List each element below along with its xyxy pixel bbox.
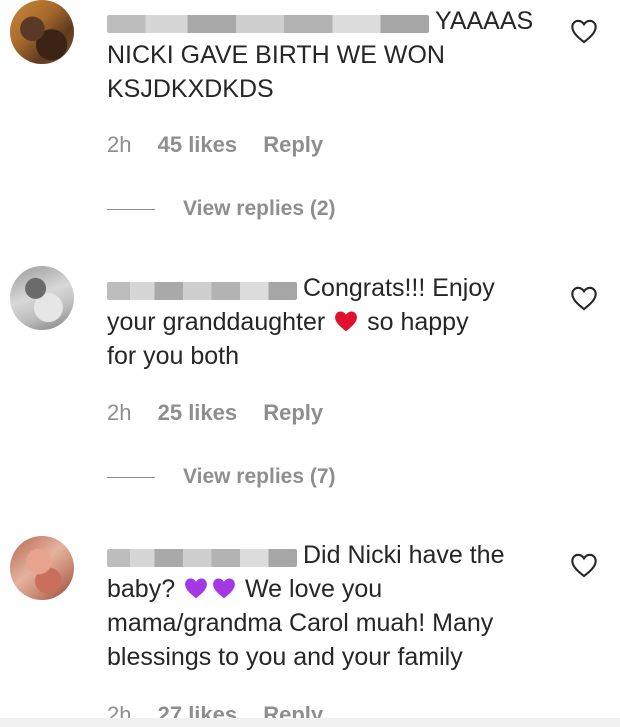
likes-count[interactable]: 45 likes <box>158 132 238 157</box>
like-heart-icon[interactable] <box>570 552 598 578</box>
comment-timestamp: 2h <box>107 702 132 718</box>
username[interactable] <box>107 282 297 300</box>
like-heart-icon[interactable] <box>570 285 598 311</box>
like-heart-icon[interactable] <box>570 18 598 44</box>
likes-count[interactable]: 27 likes <box>158 702 238 718</box>
comment-text: Congrats!!! Enjoy your granddaughter so … <box>107 274 495 370</box>
avatar[interactable] <box>10 536 74 600</box>
avatar[interactable] <box>10 0 74 64</box>
comment-meta: 2h 45 likes Reply <box>107 132 343 158</box>
comment-meta: 2h 27 likes Reply <box>107 702 343 718</box>
replies-divider <box>107 208 155 210</box>
username[interactable] <box>107 15 429 33</box>
view-replies-button[interactable]: View replies (7) <box>107 465 336 489</box>
comment-meta: 2h 25 likes Reply <box>107 400 343 426</box>
purple-heart-icon <box>185 578 207 599</box>
avatar[interactable] <box>10 266 74 330</box>
purple-heart-icon <box>213 578 235 599</box>
comment-text: YAAAAS NICKI GAVE BIRTH WE WON KSJDKXDKD… <box>107 7 534 103</box>
username[interactable] <box>107 549 297 567</box>
view-replies-button[interactable]: View replies (2) <box>107 197 336 221</box>
comment-text: Did Nicki have the baby? We love you mam… <box>107 541 505 671</box>
red-heart-icon <box>335 311 358 332</box>
reply-button[interactable]: Reply <box>263 132 323 157</box>
likes-count[interactable]: 25 likes <box>158 400 238 425</box>
bottom-bar <box>0 718 620 727</box>
comment-timestamp: 2h <box>107 400 132 425</box>
reply-button[interactable]: Reply <box>263 400 323 425</box>
comment-timestamp: 2h <box>107 132 132 157</box>
reply-button[interactable]: Reply <box>263 702 323 718</box>
replies-divider <box>107 476 155 478</box>
